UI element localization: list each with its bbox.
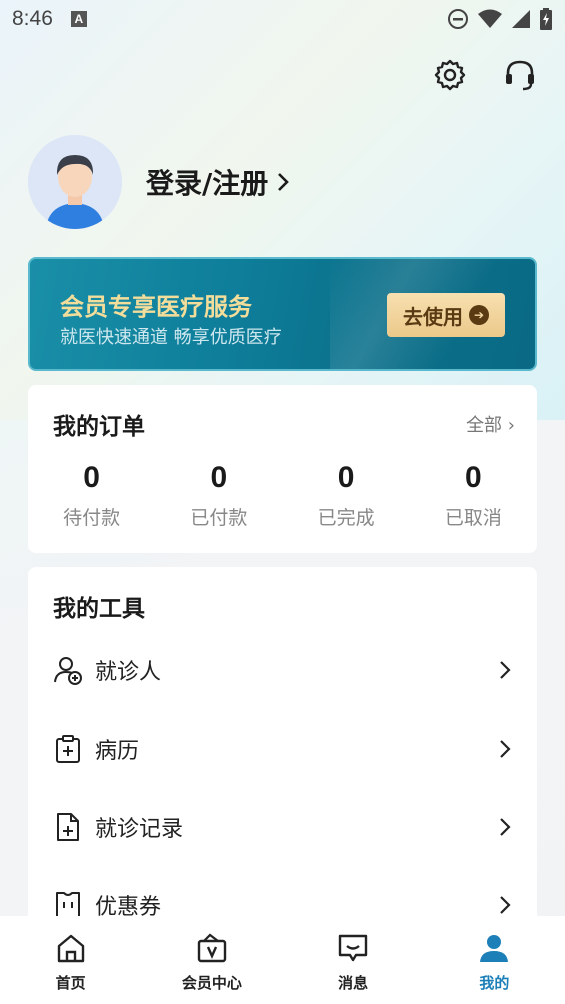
nav-label: 会员中心	[181, 974, 242, 992]
nav-profile[interactable]: 我的	[424, 916, 565, 1004]
chevron-right-icon	[500, 818, 511, 836]
bottom-nav: 首页 会员中心 消息 我的	[0, 916, 565, 1004]
notification-badge: A	[70, 11, 87, 27]
nav-vip-center[interactable]: 会员中心	[141, 916, 282, 1004]
order-stats: 0 待付款 0 已付款 0 已完成 0 已取消	[28, 461, 537, 530]
gear-icon[interactable]	[433, 58, 467, 92]
profile-icon	[480, 935, 509, 962]
stat-label: 已付款	[190, 507, 248, 529]
orders-all-link[interactable]: 全部 ›	[466, 411, 515, 437]
use-now-label: 去使用	[403, 304, 463, 329]
tool-label: 就诊记录	[95, 817, 184, 842]
header-actions	[433, 58, 537, 92]
vip-title: 会员专享医疗服务	[60, 293, 252, 321]
stat-label: 已取消	[444, 507, 502, 529]
chevron-right-icon: ›	[507, 415, 515, 436]
home-icon	[57, 934, 84, 963]
stat-count: 0	[337, 461, 355, 494]
nav-label: 消息	[338, 974, 369, 992]
nav-label: 我的	[479, 974, 510, 992]
nav-messages[interactable]: 消息	[283, 916, 424, 1004]
do-not-disturb-icon	[448, 9, 468, 29]
patient-icon	[54, 657, 82, 685]
stat-count: 0	[83, 461, 100, 494]
message-icon	[338, 934, 368, 962]
battery-icon	[540, 8, 552, 30]
tool-item-visit-record[interactable]: 就诊记录	[53, 807, 513, 847]
vip-icon	[197, 933, 227, 963]
nav-label: 首页	[55, 974, 86, 992]
vip-subtitle: 就医快速通道 畅享优质医疗	[60, 327, 282, 348]
use-now-button[interactable]: 去使用 ➔	[387, 293, 505, 337]
signal-icon	[512, 10, 530, 28]
tool-item-medical-record[interactable]: 病历	[53, 729, 513, 769]
order-stat-pending[interactable]: 0 待付款	[28, 461, 155, 530]
chevron-right-icon	[500, 740, 511, 758]
chevron-right-icon	[500, 661, 511, 679]
status-bar: 8:46 A	[0, 0, 565, 38]
tool-label: 病历	[95, 739, 140, 764]
stat-count: 0	[465, 461, 482, 494]
stat-count: 0	[210, 461, 228, 494]
chevron-right-icon	[278, 173, 290, 191]
order-stat-completed[interactable]: 0 已完成	[283, 461, 410, 530]
orders-all-label: 全部	[466, 415, 503, 436]
status-icons	[447, 8, 553, 30]
arrow-right-icon: ➔	[469, 305, 489, 325]
avatar-illustration	[28, 135, 122, 229]
chevron-right-icon	[500, 896, 511, 914]
wifi-icon	[478, 9, 502, 28]
visit-record-icon	[57, 813, 79, 841]
tools-title: 我的工具	[53, 596, 145, 622]
headset-icon[interactable]	[503, 58, 537, 92]
stat-label: 待付款	[63, 507, 121, 529]
orders-card: 我的订单 全部 › 0 待付款 0 已付款 0 已完成 0 已取消	[28, 385, 537, 553]
status-time: 8:46	[12, 7, 53, 30]
stat-label: 已完成	[317, 507, 375, 529]
tool-item-patient[interactable]: 就诊人	[53, 650, 513, 690]
vip-banner[interactable]: 会员专享医疗服务 就医快速通道 畅享优质医疗 去使用 ➔	[28, 257, 537, 371]
tool-label: 就诊人	[95, 660, 162, 685]
profile-header[interactable]: 登录/注册	[28, 135, 290, 229]
avatar[interactable]	[28, 135, 122, 229]
medical-record-icon	[56, 735, 80, 763]
order-stat-cancelled[interactable]: 0 已取消	[410, 461, 537, 530]
login-label: 登录/注册	[146, 167, 269, 200]
login-link[interactable]: 登录/注册	[146, 162, 290, 202]
orders-title: 我的订单	[53, 414, 145, 440]
nav-home[interactable]: 首页	[0, 916, 141, 1004]
order-stat-paid[interactable]: 0 已付款	[155, 461, 282, 530]
